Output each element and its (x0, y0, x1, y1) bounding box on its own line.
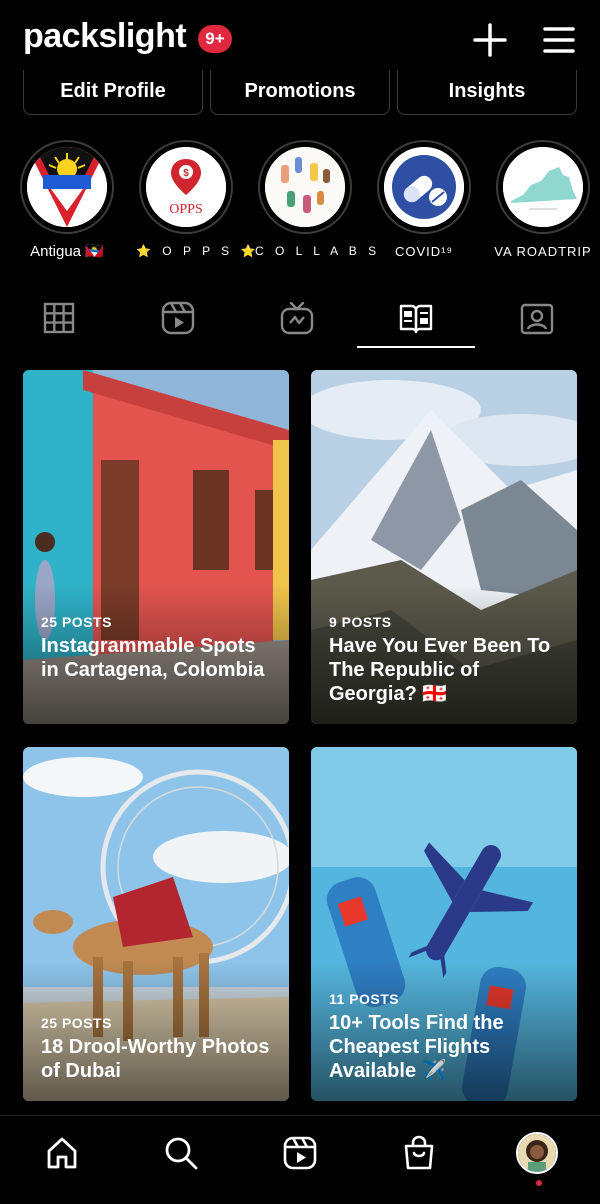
igtv-icon (280, 301, 314, 335)
notification-badge[interactable]: 9+ (198, 25, 232, 53)
nav-search[interactable] (160, 1132, 202, 1174)
tab-igtv[interactable] (238, 290, 356, 346)
reels-icon (283, 1136, 317, 1170)
guide-card-cartagena[interactable]: 25 POSTS Instagrammable Spots in Cartage… (23, 370, 289, 724)
home-icon (47, 1137, 77, 1169)
highlight-ring (20, 140, 114, 234)
opps-image-text: OPPS (169, 202, 202, 217)
tagged-icon (520, 303, 554, 335)
guide-title: 18 Drool-Worthy Photos of Dubai (41, 1036, 270, 1082)
highlight-label: Antigua 🇦🇬 (30, 243, 104, 260)
tab-grid[interactable] (0, 290, 118, 346)
profile-actions: Edit Profile Promotions Insights (0, 70, 600, 116)
guide-card-georgia[interactable]: 9 POSTS Have You Ever Been To The Republ… (311, 370, 577, 724)
guide-title: Instagrammable Spots in Cartagena, Colom… (41, 635, 265, 681)
nav-profile[interactable] (516, 1132, 558, 1174)
guide-title: 10+ Tools Find the Cheapest Flights Avai… (329, 1012, 504, 1082)
highlight-antigua[interactable]: Antigua 🇦🇬 (17, 140, 117, 260)
highlight-ring (496, 140, 590, 234)
tab-reels[interactable] (119, 290, 237, 346)
highlight-covid[interactable]: COVID¹⁹ (374, 140, 474, 259)
highlight-label: VA ROADTRIP (494, 244, 592, 259)
tab-tagged[interactable] (478, 290, 596, 346)
menu-icon[interactable] (539, 20, 579, 60)
guides-icon (399, 304, 433, 334)
nav-reels[interactable] (279, 1132, 321, 1174)
edit-profile-button[interactable]: Edit Profile (23, 70, 203, 115)
bottom-nav (0, 1115, 600, 1204)
profile-avatar (516, 1132, 558, 1174)
plus-icon[interactable] (470, 20, 510, 60)
guide-title: Have You Ever Been To The Republic of Ge… (329, 635, 551, 705)
svg-text:$: $ (183, 168, 189, 179)
profile-activity-dot (536, 1180, 542, 1186)
profile-tabs (0, 290, 600, 348)
highlight-ring (258, 140, 352, 234)
reels-icon (161, 301, 195, 335)
guide-post-count: 25 POSTS (41, 1015, 112, 1031)
guide-post-count: 11 POSTS (329, 991, 400, 1007)
promotions-button[interactable]: Promotions (210, 70, 390, 115)
guide-post-count: 9 POSTS (329, 614, 392, 630)
grid-icon (43, 302, 75, 334)
username[interactable]: packslight (23, 17, 187, 56)
highlight-label: COVID¹⁹ (394, 244, 454, 259)
guide-card-flights[interactable]: 11 POSTS 10+ Tools Find the Cheapest Fli… (311, 747, 577, 1101)
virginia-map-image (503, 147, 583, 227)
opps-image: $ OPPS (146, 147, 226, 227)
profile-header: packslight 9+ (0, 0, 600, 78)
highlight-label: C O L L A B S (255, 244, 381, 258)
guide-post-count: 25 POSTS (41, 614, 112, 630)
covid-pill-image (384, 147, 464, 227)
highlight-va-roadtrip[interactable]: VA ROADTRIP (493, 140, 593, 259)
tab-guides[interactable] (357, 290, 475, 348)
highlight-opps[interactable]: $ OPPS ⭐ O P P S ⭐ (136, 140, 260, 258)
antigua-flag-image (27, 147, 107, 227)
search-icon (165, 1137, 198, 1170)
highlight-label: ⭐ O P P S ⭐ (136, 244, 260, 258)
nav-home[interactable] (41, 1132, 83, 1174)
insights-button[interactable]: Insights (397, 70, 577, 115)
nav-shop[interactable] (398, 1132, 440, 1174)
highlight-collabs[interactable]: C O L L A B S (255, 140, 381, 258)
story-highlights: Antigua 🇦🇬 $ OPPS ⭐ O P P S ⭐ C O L L A … (0, 140, 600, 270)
shop-icon (404, 1135, 434, 1170)
collabs-hands-image (265, 147, 345, 227)
highlight-ring: $ OPPS (139, 140, 233, 234)
highlight-ring (377, 140, 471, 234)
guide-card-dubai[interactable]: 25 POSTS 18 Drool-Worthy Photos of Dubai (23, 747, 289, 1101)
